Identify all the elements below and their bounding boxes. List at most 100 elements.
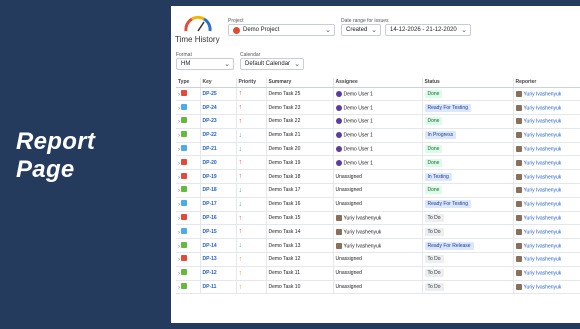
issue-key-link[interactable]: DP-18 (203, 187, 217, 193)
reporter-name[interactable]: Yuriy Ivashenyuk (524, 229, 562, 235)
status-badge: In Testing (424, 172, 452, 181)
issue-key-link[interactable]: DP-25 (203, 91, 217, 97)
reporter-cell: Yuriy Ivashenyuk (512, 128, 580, 143)
expand-caret-icon[interactable]: › (178, 285, 180, 291)
reporter-name[interactable]: Yuriy Ivashenyuk (524, 119, 562, 125)
table-row[interactable]: › DP-22 ↓ Demo Task 21 Demo User 1 In Progre… (176, 128, 580, 143)
reporter-name[interactable]: Yuriy Ivashenyuk (524, 284, 562, 290)
summary-cell: Demo Task 18 (265, 169, 333, 185)
assignee-cell: Unassigned (332, 183, 422, 198)
chevron-down-icon: ⌄ (371, 27, 377, 34)
expand-caret-icon[interactable]: › (178, 161, 180, 167)
status-cell: To Do (421, 211, 513, 226)
reporter-name[interactable]: Yuriy Ivashenyuk (524, 146, 562, 152)
issue-key-link[interactable]: DP-21 (203, 146, 217, 152)
priority-medium-icon: ↑ (238, 269, 243, 277)
table-row[interactable]: › DP-23 ↑ Demo Task 22 Demo User 1 Done Yuriy… (176, 114, 580, 129)
table-row[interactable]: › DP-24 ↑ Demo Task 23 Demo User 1 Ready For… (176, 100, 580, 116)
format-select[interactable]: HM ⌄ (176, 58, 234, 70)
reporter-name[interactable]: Yuriy Ivashenyuk (524, 188, 562, 194)
col-header-assignee[interactable]: Assignee (332, 78, 422, 88)
date-range-value: 14-12-2026 - 21-12-2020 (390, 27, 457, 33)
table-row[interactable]: › DP-17 ↓ Demo Task 16 Unassigned Ready For … (176, 197, 580, 212)
table-row[interactable]: › DP-18 ↓ Demo Task 17 Unassigned Done Yuriy … (176, 183, 580, 198)
summary-cell: Demo Task 13 (265, 238, 333, 254)
chevron-down-icon: ⌄ (224, 61, 230, 68)
issue-key-link[interactable]: DP-24 (203, 105, 217, 111)
date-field-select[interactable]: Created ⌄ (341, 24, 381, 36)
expand-caret-icon[interactable]: › (178, 230, 180, 236)
expand-caret-icon[interactable]: › (178, 106, 180, 112)
reporter-name[interactable]: Yuriy Ivashenyuk (524, 105, 562, 111)
type-cell: › (176, 128, 200, 143)
table-row[interactable]: › DP-11 ↑ Demo Task 10 Unassigned To Do Yuriy… (176, 280, 580, 295)
table-row[interactable]: › DP-13 ↑ Demo Task 12 Unassigned To Do Yuriy… (176, 252, 580, 267)
reporter-name[interactable]: Yuriy Ivashenyuk (524, 174, 562, 180)
expand-caret-icon[interactable]: › (178, 257, 180, 263)
issue-key-link[interactable]: DP-22 (203, 132, 217, 138)
table-row[interactable]: › DP-21 ↓ Demo Task 20 Demo User 1 Done Yuriy… (176, 142, 580, 157)
table-row[interactable]: › DP-14 ↓ Demo Task 13 Yuriy Ivashenyuk Read… (176, 238, 580, 254)
project-select[interactable]: Demo Project ⌄ (228, 24, 335, 36)
issue-key-link[interactable]: DP-11 (203, 284, 217, 290)
table-row[interactable]: › DP-15 ↑ Demo Task 14 Yuriy Ivashenyuk To D… (176, 224, 580, 240)
reporter-name[interactable]: Yuriy Ivashenyuk (524, 91, 562, 97)
expand-caret-icon[interactable]: › (178, 92, 180, 98)
issue-key-link[interactable]: DP-23 (203, 118, 217, 124)
table-row[interactable]: › DP-20 ↑ Demo Task 19 Demo User 1 Done Yuriy… (176, 155, 580, 171)
expand-caret-icon[interactable]: › (178, 188, 180, 194)
col-header-summary[interactable]: Summary (265, 78, 333, 88)
reporter-name[interactable]: Yuriy Ivashenyuk (524, 215, 562, 221)
status-badge: Done (424, 89, 443, 98)
issue-key-link[interactable]: DP-12 (203, 270, 217, 276)
status-cell: Done (421, 155, 513, 171)
expand-caret-icon[interactable]: › (178, 133, 180, 139)
table-row[interactable]: › DP-16 ↑ Demo Task 15 Yuriy Ivashenyuk To D… (176, 211, 580, 226)
reporter-name[interactable]: Yuriy Ivashenyuk (524, 270, 562, 276)
table-body: › DP-25 ↑ Demo Task 25 Demo User 1 Done Yuriy… (176, 87, 580, 295)
assignee-cell: Demo User 1 (332, 87, 422, 102)
gauge-icon (184, 15, 212, 32)
expand-caret-icon[interactable]: › (178, 244, 180, 250)
table-row[interactable]: › DP-19 ↑ Demo Task 18 Unassigned In Testing… (176, 169, 580, 185)
expand-caret-icon[interactable]: › (178, 147, 180, 153)
reporter-name[interactable]: Yuriy Ivashenyuk (524, 243, 562, 249)
issue-key-link[interactable]: DP-19 (203, 174, 217, 180)
col-header-priority[interactable]: Priority (235, 78, 266, 88)
expand-caret-icon[interactable]: › (178, 202, 180, 208)
reporter-cell: Yuriy Ivashenyuk (512, 142, 580, 157)
issue-key-link[interactable]: DP-20 (203, 160, 217, 166)
col-header-status[interactable]: Status (421, 78, 513, 88)
col-header-reporter[interactable]: Reporter (512, 78, 580, 88)
report-panel: Time History Project Demo Project ⌄ Date… (171, 6, 580, 323)
issue-key-link[interactable]: DP-15 (203, 229, 217, 235)
priority-medium-icon: ↑ (238, 255, 243, 263)
expand-caret-icon[interactable]: › (178, 119, 180, 125)
expand-caret-icon[interactable]: › (178, 216, 180, 222)
table-row[interactable]: › DP-12 ↑ Demo Task 11 Unassigned To Do Yuriy… (176, 266, 580, 281)
status-cell: Done (421, 142, 513, 157)
col-header-type[interactable]: Type (176, 78, 200, 88)
reporter-name[interactable]: Yuriy Ivashenyuk (524, 132, 562, 138)
type-cell: › (176, 197, 200, 212)
expand-caret-icon[interactable]: › (178, 271, 180, 277)
priority-medium-icon: ↑ (238, 283, 243, 291)
table-row[interactable]: › DP-25 ↑ Demo Task 25 Demo User 1 Done Yuriy… (176, 87, 580, 102)
reporter-name[interactable]: Yuriy Ivashenyuk (524, 201, 562, 207)
issue-key-link[interactable]: DP-14 (203, 243, 217, 249)
status-badge: Done (424, 158, 443, 167)
col-header-key[interactable]: Key (199, 78, 236, 88)
reporter-cell: Yuriy Ivashenyuk (512, 183, 580, 198)
issue-key-link[interactable]: DP-17 (203, 201, 217, 207)
assignee-name: Unassigned (335, 201, 362, 208)
reporter-name[interactable]: Yuriy Ivashenyuk (524, 257, 562, 263)
status-badge: Ready For Testing (424, 103, 471, 112)
assignee-name: Demo User 1 (343, 91, 373, 98)
issue-key-link[interactable]: DP-13 (203, 256, 217, 262)
reporter-name[interactable]: Yuriy Ivashenyuk (524, 160, 562, 166)
calendar-select[interactable]: Default Calendar ⌄ (240, 58, 304, 70)
date-range-select[interactable]: 14-12-2026 - 21-12-2020 ⌄ (385, 24, 471, 36)
expand-caret-icon[interactable]: › (178, 175, 180, 181)
issue-type-bug-icon (181, 214, 188, 221)
issue-key-link[interactable]: DP-16 (203, 215, 217, 221)
